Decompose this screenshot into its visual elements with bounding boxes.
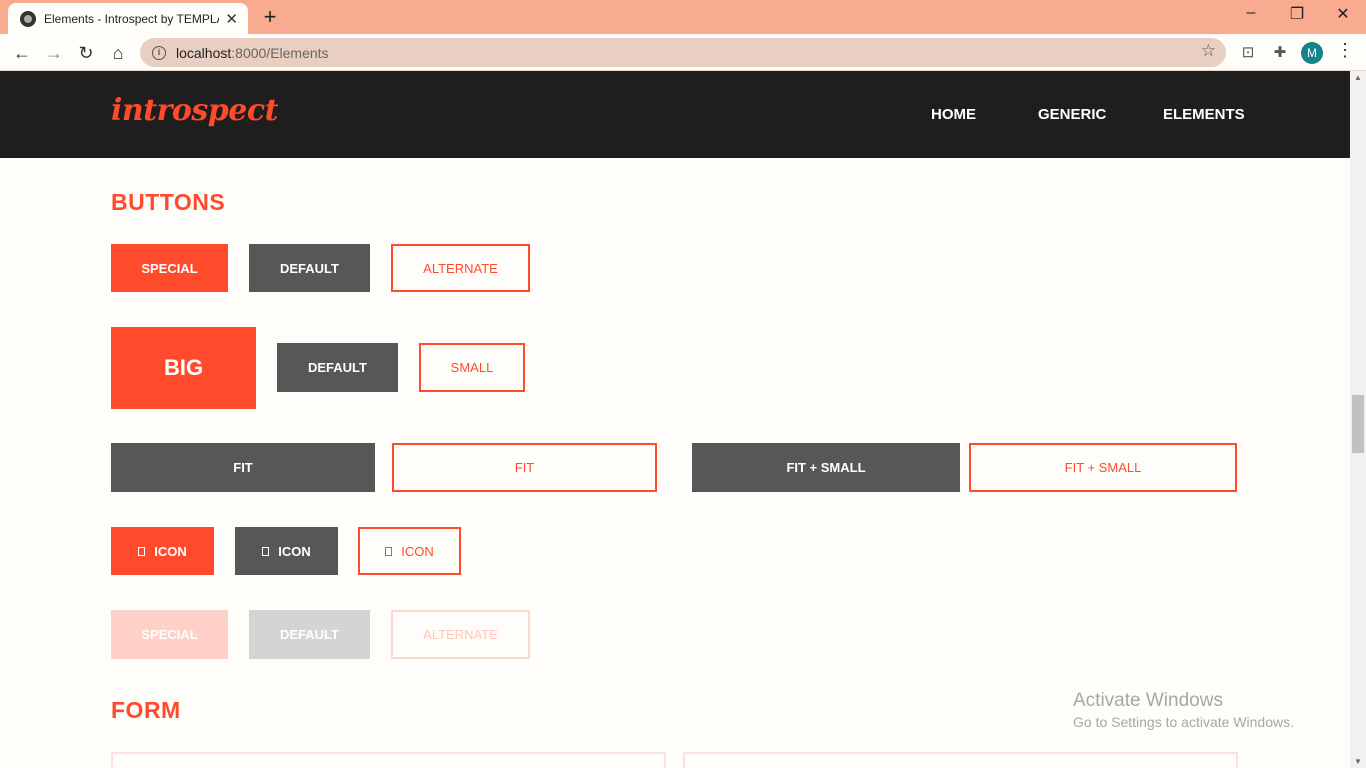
restore-button[interactable]: ❐ [1274,4,1320,24]
placeholder-icon [262,546,270,556]
default-button-medium[interactable]: DEFAULT [277,343,398,392]
scroll-thumb[interactable] [1352,395,1364,453]
close-window-button[interactable]: ✕ [1320,4,1366,24]
icon-default-button[interactable]: ICON [235,527,338,575]
nav-generic[interactable]: GENERIC [1038,106,1106,123]
windows-activation-watermark: Activate Windows Go to Settings to activ… [1073,690,1294,730]
extension-icon[interactable]: ⊡ [1238,43,1258,63]
profile-avatar[interactable]: M [1301,42,1323,64]
browser-tab[interactable]: Elements - Introspect by TEMPLATED ✕ [8,3,248,34]
fit-alt-button[interactable]: FIT [392,443,657,492]
scroll-up-arrow-icon[interactable]: ▲ [1354,73,1362,82]
small-button[interactable]: SMALL [419,343,525,392]
disabled-special-button: SPECIAL [111,610,228,659]
bookmark-star-icon[interactable]: ☆ [1201,41,1216,61]
fit-small-button[interactable]: FIT + SMALL [692,443,960,492]
form-heading: FORM [111,697,181,723]
info-icon[interactable]: i [152,45,166,60]
tab-title: Elements - Introspect by TEMPLATED [44,11,219,26]
buttons-heading: BUTTONS [111,189,226,215]
icon-special-button[interactable]: ICON [111,527,214,575]
default-button[interactable]: DEFAULT [249,244,370,292]
site-header: introspect HOME GENERIC ELEMENTS [0,71,1350,158]
special-button[interactable]: SPECIAL [111,244,228,292]
home-icon[interactable]: ⌂ [105,40,131,66]
page-scrollbar[interactable]: ▲ ▼ [1350,71,1366,768]
disabled-alternate-button: ALTERNATE [391,610,530,659]
globe-icon [20,10,36,27]
big-button[interactable]: BIG [111,327,256,409]
forward-button[interactable]: → [41,40,67,66]
puzzle-extensions-icon[interactable]: ✚ [1270,43,1290,63]
address-bar[interactable]: i localhost:8000/Elements ☆ [140,38,1226,67]
browser-tab-bar: Elements - Introspect by TEMPLATED ✕ + –… [0,0,1366,34]
disabled-default-button: DEFAULT [249,610,370,659]
fit-small-alt-button[interactable]: FIT + SMALL [969,443,1237,492]
back-button[interactable]: ← [9,40,35,66]
alternate-button[interactable]: ALTERNATE [391,244,530,292]
site-logo[interactable]: introspect [111,93,278,128]
nav-elements[interactable]: ELEMENTS [1163,106,1245,123]
minimize-button[interactable]: – [1228,4,1274,22]
browser-toolbar: ← → ↻ ⌂ i localhost:8000/Elements ☆ ⊡ ✚ … [0,34,1366,71]
scroll-down-arrow-icon[interactable]: ▼ [1354,757,1362,766]
placeholder-icon [385,546,393,556]
reload-button[interactable]: ↻ [73,40,99,66]
nav-home[interactable]: HOME [931,106,976,123]
icon-alternate-button[interactable]: ICON [358,527,461,575]
name-input[interactable] [111,752,666,768]
placeholder-icon [138,546,146,556]
fit-button[interactable]: FIT [111,443,375,492]
email-input[interactable] [683,752,1238,768]
browser-menu-icon[interactable]: ⋮ [1336,40,1354,61]
close-tab-icon[interactable]: ✕ [225,10,238,28]
new-tab-button[interactable]: + [258,4,282,30]
url-text: localhost:8000/Elements [176,44,329,61]
